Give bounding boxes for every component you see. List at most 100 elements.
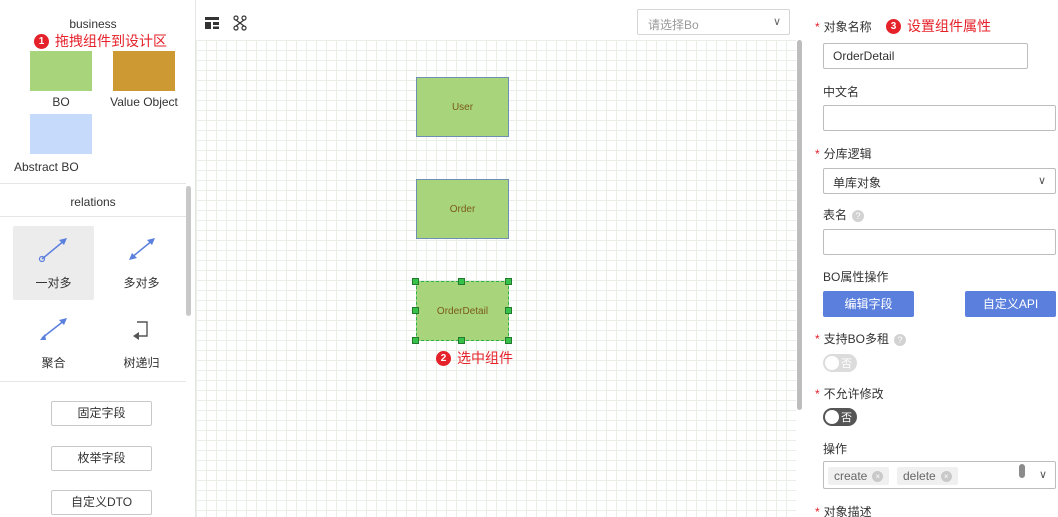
- canvas-node-orderdetail[interactable]: OrderDetail: [416, 281, 509, 341]
- table-name-label: 表名?: [823, 206, 865, 223]
- description-label: * 对象描述: [815, 503, 872, 517]
- palette-scrollbar[interactable]: [186, 186, 191, 316]
- custom-api-button[interactable]: 自定义API: [965, 291, 1056, 317]
- step-number-badge: 1: [34, 33, 49, 49]
- component-palette: business 1 拖拽组件到设计区 BO Value Object Abst…: [0, 0, 196, 517]
- hierarchy-icon[interactable]: [232, 15, 248, 31]
- fixed-field-button[interactable]: 固定字段: [51, 401, 152, 426]
- operation-tag-label: delete: [903, 469, 936, 483]
- bo-shape-label: BO: [52, 95, 70, 109]
- relation-label: 聚合: [41, 356, 66, 370]
- description-label-text: 对象描述: [823, 505, 872, 517]
- resize-handle[interactable]: [458, 337, 465, 344]
- operations-multiselect[interactable]: create × delete × ∨: [823, 461, 1056, 489]
- set-props-hint-text: 设置组件属性: [907, 18, 991, 34]
- multiselect-scrollbar[interactable]: [1019, 464, 1025, 478]
- object-name-input[interactable]: OrderDetail: [823, 43, 1028, 69]
- layout-icon[interactable]: [204, 15, 220, 31]
- toggle-knob: [825, 356, 839, 370]
- bo-select-placeholder: 请选择Bo: [648, 18, 699, 32]
- operation-tag: create ×: [828, 467, 890, 485]
- bo-select-dropdown[interactable]: 请选择Bo ∨: [637, 9, 790, 35]
- toggle-state-label: 否: [841, 358, 852, 370]
- step-number-badge: 2: [436, 350, 451, 366]
- relation-aggregation[interactable]: 聚合: [13, 306, 94, 380]
- bo-ops-label: BO属性操作: [823, 270, 889, 284]
- bo-shape[interactable]: [30, 51, 92, 91]
- chevron-down-icon: ∨: [1038, 469, 1047, 481]
- required-asterisk: *: [815, 387, 820, 401]
- operations-label: 操作: [823, 442, 848, 456]
- step-number-badge: 3: [886, 18, 901, 34]
- resize-handle[interactable]: [505, 307, 512, 314]
- resize-handle[interactable]: [412, 337, 419, 344]
- object-name-label: * 对象名称: [815, 18, 872, 35]
- resize-handle[interactable]: [412, 307, 419, 314]
- section-divider: [0, 183, 186, 184]
- section-divider: [0, 381, 186, 382]
- relation-label: 一对多: [35, 276, 72, 290]
- no-modify-toggle[interactable]: 否: [823, 408, 857, 426]
- value-object-shape[interactable]: [113, 51, 175, 91]
- chinese-name-input[interactable]: [823, 105, 1056, 131]
- drag-hint-annotation: 1 拖拽组件到设计区: [34, 31, 167, 51]
- close-icon[interactable]: ×: [940, 471, 952, 483]
- multi-tenant-toggle[interactable]: 否: [823, 354, 857, 372]
- required-asterisk: *: [815, 20, 820, 34]
- abstract-bo-shape[interactable]: [30, 114, 92, 154]
- required-asterisk: *: [815, 332, 820, 346]
- object-name-label-text: 对象名称: [823, 20, 872, 34]
- canvas-scrollbar[interactable]: [797, 40, 802, 410]
- relation-label: 树递归: [123, 356, 160, 370]
- resize-handle[interactable]: [458, 278, 465, 285]
- drag-hint-text: 拖拽组件到设计区: [55, 33, 167, 49]
- toggle-knob: [825, 410, 839, 424]
- business-section-header: business: [69, 17, 117, 31]
- value-object-shape-label: Value Object: [110, 95, 178, 109]
- table-name-label-text: 表名: [823, 208, 848, 222]
- aggregation-arrow-icon: [40, 318, 67, 340]
- canvas-node-user[interactable]: User: [416, 77, 509, 137]
- shard-logic-value: 单库对象: [833, 176, 882, 190]
- set-props-hint-annotation: 3 设置组件属性: [886, 16, 991, 36]
- help-icon[interactable]: ?: [894, 333, 907, 346]
- app-root: business 1 拖拽组件到设计区 BO Value Object Abst…: [0, 0, 1058, 517]
- operation-tag-label: create: [834, 469, 868, 483]
- tree-recursion-arrow-icon: [133, 321, 148, 340]
- custom-dto-button[interactable]: 自定义DTO: [51, 490, 152, 515]
- close-icon[interactable]: ×: [872, 471, 884, 483]
- multi-tenant-label: * 支持BO多租?: [815, 330, 907, 347]
- one-to-many-arrow-icon: [38, 238, 67, 263]
- edit-fields-button[interactable]: 编辑字段: [823, 291, 914, 317]
- canvas-node-order[interactable]: Order: [416, 179, 509, 239]
- no-modify-label-text: 不允许修改: [823, 387, 884, 401]
- relations-section-header: relations: [70, 195, 116, 209]
- operation-tag: delete ×: [897, 467, 958, 485]
- select-hint-annotation: 2 选中组件: [436, 348, 513, 368]
- relation-tree-recursion[interactable]: 树递归: [101, 306, 182, 380]
- required-asterisk: *: [815, 147, 820, 161]
- relation-label: 多对多: [123, 276, 160, 290]
- chevron-down-icon: ∨: [1037, 175, 1046, 187]
- chinese-name-label: 中文名: [823, 85, 860, 99]
- shard-logic-label: * 分库逻辑: [815, 145, 872, 162]
- section-divider: [0, 216, 186, 217]
- table-name-input[interactable]: [823, 229, 1056, 255]
- help-icon[interactable]: ?: [852, 209, 865, 222]
- multi-tenant-label-text: 支持BO多租: [823, 332, 890, 346]
- abstract-bo-shape-label: Abstract BO: [14, 160, 79, 174]
- relation-one-to-many[interactable]: 一对多: [13, 226, 94, 300]
- chevron-down-icon: ∨: [772, 16, 781, 28]
- shard-logic-select[interactable]: 单库对象 ∨: [823, 168, 1056, 194]
- select-hint-text: 选中组件: [457, 350, 513, 366]
- resize-handle[interactable]: [412, 278, 419, 285]
- resize-handle[interactable]: [505, 278, 512, 285]
- toggle-state-label: 否: [841, 412, 852, 424]
- no-modify-label: * 不允许修改: [815, 385, 884, 402]
- many-to-many-arrow-icon: [129, 238, 155, 260]
- resize-handle[interactable]: [505, 337, 512, 344]
- required-asterisk: *: [815, 505, 820, 517]
- shard-logic-label-text: 分库逻辑: [823, 147, 872, 161]
- enum-field-button[interactable]: 枚举字段: [51, 446, 152, 471]
- relation-many-to-many[interactable]: 多对多: [101, 226, 182, 300]
